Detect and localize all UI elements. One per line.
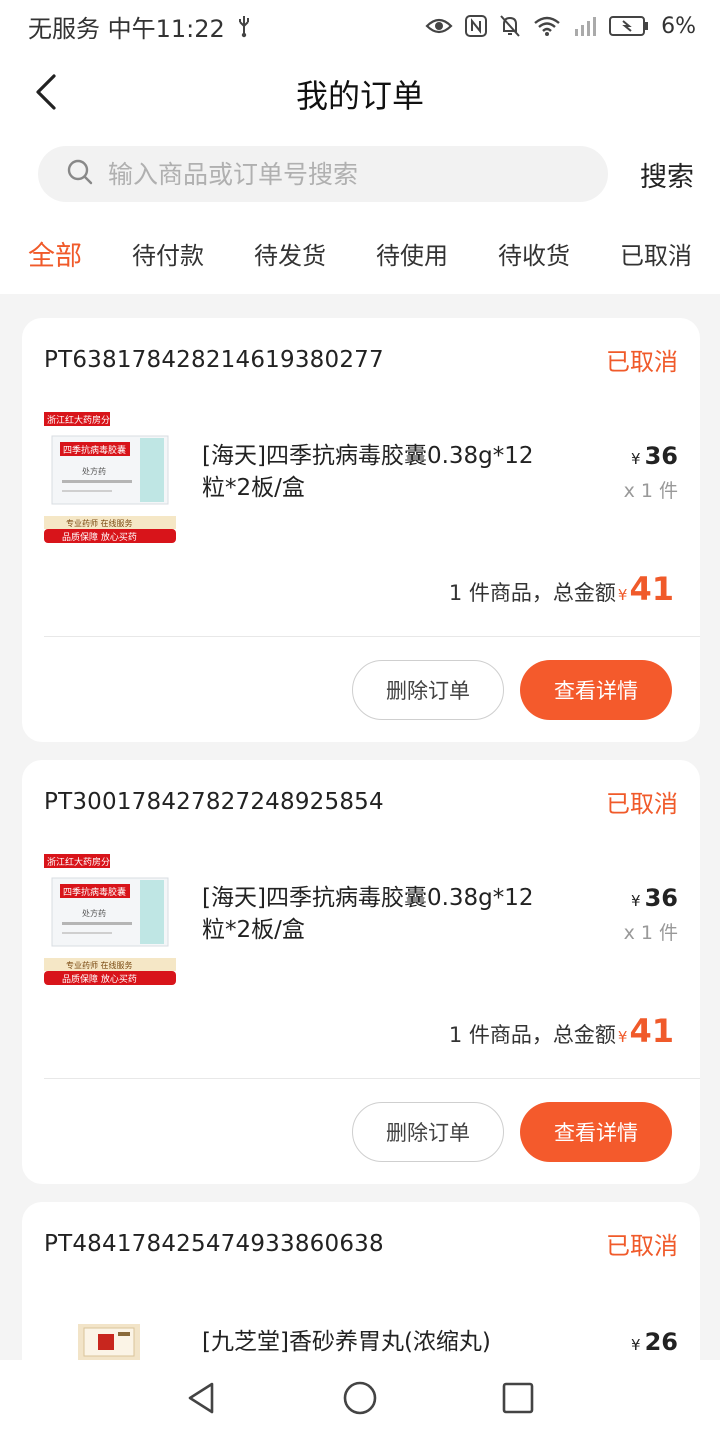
price-value: 36 xyxy=(644,884,678,912)
order-status: 已取消 xyxy=(606,790,678,818)
image-rx-label: 处方药 xyxy=(82,466,106,476)
order-card[interactable]: PT638178428214619380277 已取消 浙江红大药房分店 四季抗… xyxy=(22,318,700,742)
tab-pending-payment[interactable]: 待付款 xyxy=(132,236,204,271)
price-value: 36 xyxy=(644,442,678,470)
battery-percent: 6% xyxy=(661,13,696,39)
back-arrow-icon xyxy=(32,72,60,116)
search-row: 搜索 xyxy=(0,136,720,212)
status-bar: 无服务 中午11:22 6% xyxy=(0,0,720,52)
tab-pending-receipt[interactable]: 待收货 xyxy=(498,236,570,271)
product-name[interactable]: [九芝堂]香砂养胃丸(浓缩丸) xyxy=(202,1326,552,1358)
total-currency-symbol: ¥ xyxy=(617,1028,628,1046)
product-price: ¥36 xyxy=(631,442,678,470)
order-total: 1 件商品，总金额 ¥ 41 xyxy=(449,570,674,608)
status-time: 无服务 中午11:22 xyxy=(28,14,225,43)
nav-back-button[interactable] xyxy=(178,1376,226,1424)
divider xyxy=(44,1078,700,1079)
currency-symbol: ¥ xyxy=(631,1336,641,1354)
nfc-icon xyxy=(465,15,488,37)
tab-cancelled[interactable]: 已取消 xyxy=(620,236,692,271)
tab-pending-use[interactable]: 待使用 xyxy=(376,236,448,271)
product-quantity: x 1 件 xyxy=(623,480,678,502)
total-currency-symbol: ¥ xyxy=(617,586,628,604)
order-card[interactable]: PT300178427827248925854 已取消 浙江红大药房分店 四季抗… xyxy=(22,760,700,1184)
image-rx-label: 处方药 xyxy=(82,908,106,918)
currency-symbol: ¥ xyxy=(631,450,641,468)
nav-home-button[interactable] xyxy=(336,1376,384,1424)
signal-icon xyxy=(573,15,597,37)
image-banner-top: 浙江红大药房分店 xyxy=(47,414,119,426)
search-button[interactable]: 搜索 xyxy=(640,155,694,194)
eye-icon xyxy=(425,16,453,36)
image-box-title: 四季抗病毒胶囊 xyxy=(63,886,126,898)
system-nav-bar xyxy=(0,1360,720,1440)
search-icon xyxy=(66,158,94,190)
image-banner-top: 浙江红大药房分店 xyxy=(47,856,119,868)
product-name[interactable]: [海天]四季抗病毒胶囊0.38g*12粒*2板/盒 xyxy=(202,440,552,504)
order-number: PT638178428214619380277 xyxy=(44,346,384,373)
order-number: PT300178427827248925854 xyxy=(44,788,384,815)
order-tabs: 全部 待付款 待发货 待使用 待收货 已取消 xyxy=(0,212,720,294)
total-amount: 41 xyxy=(629,1012,674,1050)
tab-pending-shipment[interactable]: 待发货 xyxy=(254,236,326,271)
nav-recent-icon xyxy=(500,1380,536,1420)
image-strip-1: 专业药师 在线服务 xyxy=(66,960,133,970)
search-box[interactable] xyxy=(38,146,608,202)
order-status: 已取消 xyxy=(606,1232,678,1260)
product-quantity: x 1 件 xyxy=(623,922,678,944)
view-details-button[interactable]: 查看详情 xyxy=(520,660,672,720)
order-status: 已取消 xyxy=(606,348,678,376)
nav-back-icon xyxy=(184,1380,220,1420)
product-name[interactable]: [海天]四季抗病毒胶囊0.38g*12粒*2板/盒 xyxy=(202,882,552,946)
back-button[interactable] xyxy=(22,70,70,118)
total-amount: 41 xyxy=(629,570,674,608)
mute-icon xyxy=(499,14,521,38)
image-strip-2: 品质保障 放心买药 xyxy=(62,973,137,985)
divider xyxy=(44,636,700,637)
header: 我的订单 xyxy=(0,52,720,136)
tab-all[interactable]: 全部 xyxy=(28,234,82,273)
wifi-icon xyxy=(533,15,561,37)
product-image[interactable]: 浙江红大药房分店 四季抗病毒胶囊 处方药 专业药师 在线服务 品质保障 放心买药 xyxy=(44,854,176,990)
usb-icon xyxy=(235,14,253,38)
price-value: 26 xyxy=(644,1328,678,1356)
image-strip-2: 品质保障 放心买药 xyxy=(62,531,137,543)
product-image[interactable] xyxy=(78,1320,140,1360)
nav-recent-button[interactable] xyxy=(494,1376,542,1424)
delete-order-button[interactable]: 删除订单 xyxy=(352,1102,504,1162)
nav-home-icon xyxy=(342,1380,378,1420)
product-price: ¥36 xyxy=(631,884,678,912)
currency-symbol: ¥ xyxy=(631,892,641,910)
total-label: 1 件商品，总金额 xyxy=(448,1023,616,1047)
page-title: 我的订单 xyxy=(295,77,424,115)
search-input[interactable] xyxy=(108,159,568,189)
delete-order-button[interactable]: 删除订单 xyxy=(352,660,504,720)
total-label: 1 件商品，总金额 xyxy=(448,581,616,605)
order-total: 1 件商品，总金额 ¥ 41 xyxy=(449,1012,674,1050)
battery-icon xyxy=(609,15,649,37)
product-image[interactable]: 浙江红大药房分店 四季抗病毒胶囊 处方药 专业药师 在线服务 品质保障 放心买药 xyxy=(44,412,176,548)
view-details-button[interactable]: 查看详情 xyxy=(520,1102,672,1162)
order-number: PT484178425474933860638 xyxy=(44,1230,384,1257)
image-box-title: 四季抗病毒胶囊 xyxy=(63,444,126,456)
product-price: ¥26 xyxy=(631,1328,678,1356)
image-strip-1: 专业药师 在线服务 xyxy=(66,518,133,528)
